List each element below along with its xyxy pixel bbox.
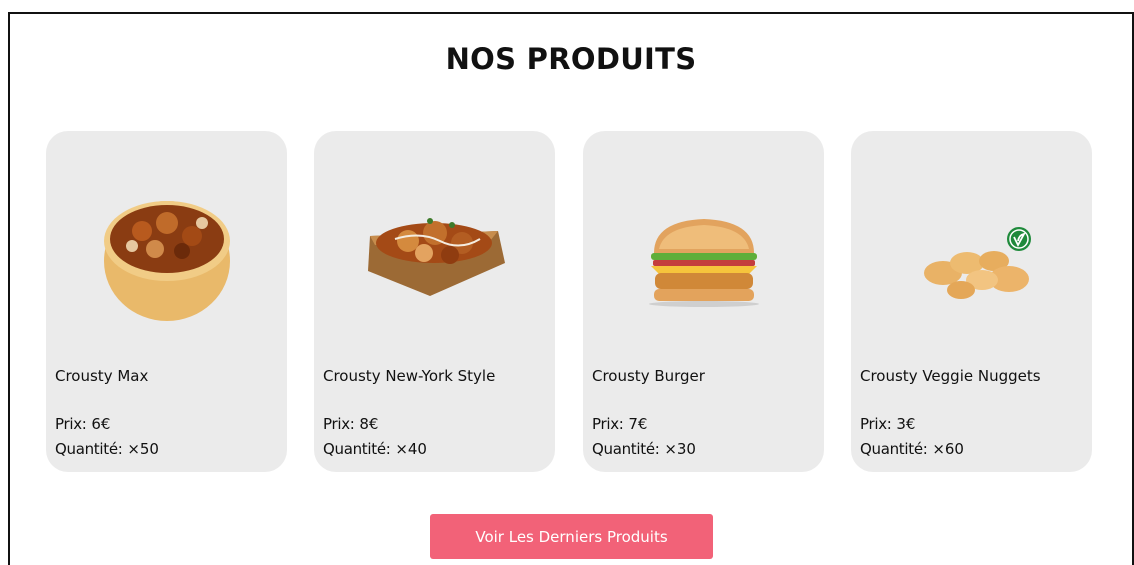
product-name: Crousty Burger bbox=[592, 367, 705, 385]
product-price: Prix: 6€ bbox=[55, 415, 111, 433]
product-quantity: Quantité: ×30 bbox=[592, 440, 696, 458]
burger-icon bbox=[648, 219, 759, 307]
product-price: Prix: 7€ bbox=[592, 415, 648, 433]
product-image bbox=[851, 181, 1092, 331]
product-card[interactable]: Crousty Max Prix: 6€ Quantité: ×50 bbox=[46, 131, 287, 472]
product-image bbox=[314, 181, 555, 331]
product-name: Crousty Veggie Nuggets bbox=[860, 367, 1041, 385]
product-quantity: Quantité: ×50 bbox=[55, 440, 159, 458]
section-title: NOS PRODUITS bbox=[445, 42, 697, 76]
product-price: Prix: 8€ bbox=[323, 415, 379, 433]
product-card[interactable]: Crousty New-York Style Prix: 8€ Quantité… bbox=[314, 131, 555, 472]
vegan-leaf-icon bbox=[1007, 227, 1031, 251]
product-name: Crousty Max bbox=[55, 367, 149, 385]
view-latest-products-button[interactable]: Voir Les Derniers Produits bbox=[430, 514, 713, 559]
products-section: NOS PRODUITS Crousty Max Prix: 6€ Quanti… bbox=[8, 12, 1134, 565]
bowl-food-icon bbox=[103, 201, 230, 321]
tray-food-icon bbox=[367, 218, 505, 296]
product-price: Prix: 3€ bbox=[860, 415, 916, 433]
product-card[interactable]: Crousty Burger Prix: 7€ Quantité: ×30 bbox=[583, 131, 824, 472]
product-card[interactable]: Crousty Veggie Nuggets Prix: 3€ Quantité… bbox=[851, 131, 1092, 472]
product-image bbox=[46, 181, 287, 331]
product-quantity: Quantité: ×60 bbox=[860, 440, 964, 458]
product-quantity: Quantité: ×40 bbox=[323, 440, 427, 458]
product-image bbox=[583, 181, 824, 331]
product-name: Crousty New-York Style bbox=[323, 367, 496, 385]
